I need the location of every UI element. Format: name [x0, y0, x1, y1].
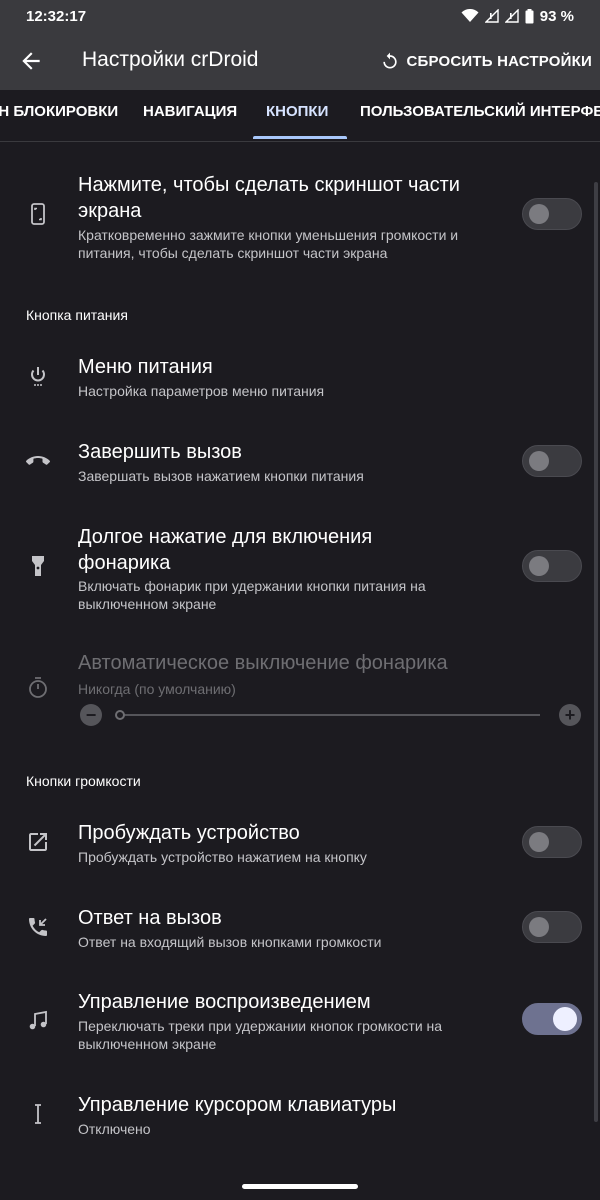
- page-title: Настройки crDroid: [82, 48, 259, 71]
- reset-settings-label: СБРОСИТЬ НАСТРОЙКИ: [406, 52, 592, 70]
- battery-icon: [525, 8, 534, 23]
- tab-buttons[interactable]: КНОПКИ: [266, 90, 328, 142]
- signal-icon-2: [504, 9, 519, 23]
- section-header-volume-buttons: Кнопки громкости: [26, 773, 141, 789]
- torch-toggle[interactable]: [522, 550, 582, 582]
- setting-title: Ответ на вызов: [78, 907, 222, 929]
- setting-title-cont: фонарика: [78, 552, 171, 574]
- arrow-back-icon: [22, 52, 40, 70]
- setting-summary: Пробуждать устройство нажатием на кнопку: [78, 849, 367, 865]
- setting-summary: Переключать треки при удержании кнопок г…: [78, 1018, 443, 1034]
- tab-divider: [0, 141, 600, 142]
- setting-partial-screenshot[interactable]: Нажмите, чтобы сделать скриншот части эк…: [0, 170, 600, 270]
- setting-playback-control[interactable]: Управление воспроизведением Переключать …: [0, 987, 600, 1057]
- setting-title-cont: экрана: [78, 200, 142, 222]
- section-header-power-button: Кнопка питания: [26, 307, 128, 323]
- setting-end-call[interactable]: Завершить вызов Завершать вызов нажатием…: [0, 437, 600, 493]
- setting-title: Управление воспроизведением: [78, 991, 371, 1013]
- tab-indicator: [253, 136, 347, 139]
- tab-lockscreen[interactable]: ЭКРАН БЛОКИРОВКИ: [0, 90, 118, 142]
- music-note-icon: [29, 1010, 47, 1030]
- text-cursor-icon: [35, 1104, 41, 1124]
- phone-screenshot-icon: [31, 203, 45, 225]
- status-bar: 12:32:17 93 %: [0, 0, 600, 32]
- power-icon: [31, 367, 45, 386]
- setting-answer-call[interactable]: Ответ на вызов Ответ на входящий вызов к…: [0, 903, 600, 959]
- setting-title: Автоматическое выключение фонарика: [78, 652, 448, 674]
- toggle-knob: [553, 1007, 577, 1031]
- setting-title: Нажмите, чтобы сделать скриншот части: [78, 174, 460, 196]
- setting-title: Меню питания: [78, 356, 213, 378]
- setting-summary: Настройка параметров меню питания: [78, 383, 325, 399]
- screenshot-toggle[interactable]: [522, 198, 582, 230]
- timer-icon: [29, 677, 47, 698]
- setting-title: Пробуждать устройство: [78, 822, 300, 844]
- back-button[interactable]: [18, 48, 44, 74]
- reset-settings-button[interactable]: СБРОСИТЬ НАСТРОЙКИ: [380, 48, 592, 74]
- toggle-knob: [529, 917, 549, 937]
- torch-timeout-slider: − +: [78, 704, 583, 726]
- toggle-knob: [529, 832, 549, 852]
- setting-title: Управление курсором клавиатуры: [78, 1094, 397, 1116]
- call-end-icon: [26, 456, 50, 465]
- setting-summary: Кратковременно зажмите кнопки уменьшения…: [78, 227, 459, 243]
- setting-power-menu[interactable]: Меню питания Настройка параметров меню п…: [0, 352, 600, 408]
- phone-callback-icon: [29, 918, 47, 936]
- tab-bar: ЭКРАН БЛОКИРОВКИ НАВИГАЦИЯ КНОПКИ ПОЛЬЗО…: [0, 90, 600, 142]
- setting-summary: Завершать вызов нажатием кнопки питания: [78, 468, 364, 484]
- setting-summary: Ответ на входящий вызов кнопками громкос…: [78, 934, 382, 950]
- setting-summary: Никогда (по умолчанию): [78, 681, 236, 697]
- tab-navigation[interactable]: НАВИГАЦИЯ: [143, 90, 237, 142]
- clock: 12:32:17: [26, 7, 87, 25]
- toggle-knob: [529, 556, 549, 576]
- signal-icon: [484, 9, 499, 23]
- gesture-nav-handle[interactable]: [242, 1184, 358, 1189]
- toggle-knob: [529, 451, 549, 471]
- setting-keyboard-cursor[interactable]: Управление курсором клавиатуры Отключено: [0, 1090, 600, 1146]
- wifi-icon: [461, 9, 479, 22]
- toggle-knob: [529, 204, 549, 224]
- battery-percent: 93 %: [539, 7, 574, 25]
- app-bar: Настройки crDroid СБРОСИТЬ НАСТРОЙКИ: [0, 32, 600, 90]
- playback-toggle[interactable]: [522, 1003, 582, 1035]
- setting-summary: Включать фонарик при удержании кнопки пи…: [78, 578, 426, 594]
- end-call-toggle[interactable]: [522, 445, 582, 477]
- wake-toggle[interactable]: [522, 826, 582, 858]
- slider-track: [122, 714, 540, 716]
- tab-user-interface[interactable]: ПОЛЬЗОВАТЕЛЬСКИЙ ИНТЕРФЕЙС: [360, 90, 600, 142]
- setting-summary-cont: выключенном экране: [78, 596, 217, 612]
- slider-thumb: [115, 710, 125, 720]
- answer-call-toggle[interactable]: [522, 911, 582, 943]
- slider-minus-icon: −: [80, 704, 102, 726]
- reset-icon: [383, 52, 398, 69]
- setting-torch-long-press[interactable]: Долгое нажатие для включения фонарика Вк…: [0, 522, 600, 614]
- setting-wake-device[interactable]: Пробуждать устройство Пробуждать устройс…: [0, 818, 600, 874]
- status-icons: 93 %: [461, 8, 574, 25]
- open-in-new-icon: [29, 833, 47, 851]
- setting-title: Завершить вызов: [78, 441, 242, 463]
- flashlight-icon: [32, 556, 44, 576]
- setting-summary: Отключено: [78, 1121, 151, 1137]
- setting-title: Долгое нажатие для включения: [78, 526, 373, 548]
- setting-summary-cont: выключенном экране: [78, 1036, 217, 1052]
- setting-summary-cont: питания, чтобы сделать скриншот части эк…: [78, 245, 388, 261]
- slider-plus-icon: +: [559, 704, 581, 726]
